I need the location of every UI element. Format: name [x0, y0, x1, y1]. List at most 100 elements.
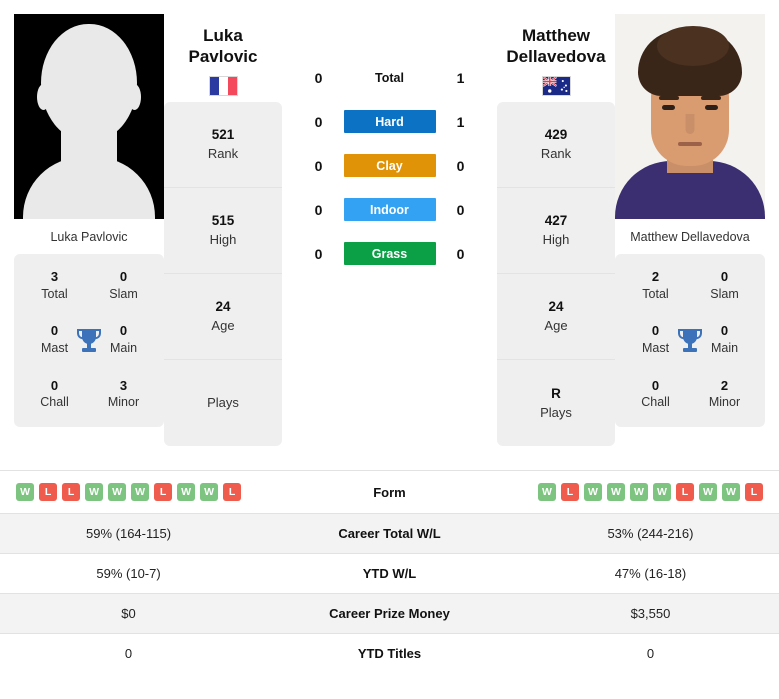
left-titles-minor-value: 3	[119, 377, 128, 393]
photo-eye-right	[705, 105, 718, 110]
right-titles-chall-value: 0	[651, 377, 660, 393]
right-player-last-name: Dellavedova	[506, 46, 606, 66]
right-high-row: 427 High	[497, 188, 615, 275]
left-player-photo-caption: Luka Pavlovic	[14, 219, 164, 254]
photo-hair-highlight	[657, 26, 729, 66]
right-titles-minor: 2 Minor	[690, 377, 759, 411]
france-flag-icon	[208, 76, 238, 97]
table-row-label: YTD Titles	[357, 646, 422, 661]
h2h-row-clay: 0 Clay 0	[282, 154, 497, 177]
form-badge-win: W	[131, 483, 150, 501]
form-badge-win: W	[629, 483, 648, 501]
form-badge-win: W	[85, 483, 104, 501]
form-badge-loss: L	[39, 483, 58, 501]
table-row: 59% (164-115) Career Total W/L 53% (244-21…	[0, 513, 779, 554]
table-row: 59% (10-7) YTD W/L 47% (16-18)	[0, 553, 779, 594]
right-plays-label: Plays	[540, 404, 572, 420]
left-high-label: High	[209, 232, 237, 248]
right-age-label: Age	[544, 318, 568, 334]
h2h-row-total: 0 Total 1	[282, 66, 497, 89]
right-prize_money-cell: $3,550	[630, 606, 671, 621]
table-row: $0 Career Prize Money $3,550	[0, 593, 779, 634]
h2h-row-hard: 0 Hard 1	[282, 110, 497, 133]
right-ytd_wl-cell: 47% (16-18)	[614, 566, 687, 581]
right-player-column: Matthew Dellavedova 2 Total 0 Slam 0 Mas…	[615, 14, 765, 428]
right-form-cell: WLWWWWLWWL	[522, 471, 779, 514]
h2h-left-count: 0	[314, 245, 323, 262]
right-plays-row: R Plays	[497, 360, 615, 446]
form-badge-win: W	[200, 483, 219, 501]
left-player-rank-column: Luka Pavlovic 521 Rank 515 High 24 Age P…	[164, 14, 282, 447]
photo-nose	[685, 114, 695, 134]
left-titles-chall-value: 0	[50, 377, 59, 393]
surface-pill-grass: Grass	[343, 242, 436, 265]
silhouette-head-icon	[41, 24, 137, 142]
head-to-head-surfaces: 0 Total 1 0 Hard 1 0 Clay 0 0 Indoor 0 0 Grass 0	[282, 14, 497, 265]
player-comparison-table: W L L W W W L W W L Form W L W W W W L W W L 59% (164-115) Car…	[0, 470, 779, 673]
photo-mouth	[678, 142, 702, 146]
left-form-strip: WLLWWWLWWL	[4, 483, 253, 501]
right-player-first-name: Matthew	[522, 26, 590, 45]
form-badge-loss: L	[62, 483, 81, 501]
left-titles-chall: 0 Chall	[20, 377, 89, 411]
left-rank-value: 521	[211, 127, 235, 143]
right-age-row: 24 Age	[497, 274, 615, 361]
form-badge-win: W	[606, 483, 625, 501]
h2h-right-count: 1	[456, 69, 465, 86]
table-row-label: Career Prize Money	[329, 606, 450, 621]
form-badge-loss: L	[154, 483, 173, 501]
form-badge-win: W	[108, 483, 127, 501]
h2h-left-count: 0	[314, 201, 323, 218]
left-age-value: 24	[215, 299, 231, 315]
left-career_wl-cell: 59% (164-115)	[86, 526, 172, 541]
left-form-cell: WLLWWWLWWL	[0, 471, 257, 514]
right-titles-slam: 0 Slam	[690, 268, 759, 302]
player-comparison-header: Luka Pavlovic 3 Total 0 Slam 0 Mast 0 Ma…	[0, 0, 779, 470]
form-badge-loss: L	[560, 483, 579, 501]
form-badge-win: W	[698, 483, 717, 501]
trophy-icon	[77, 328, 101, 352]
left-titles-slam-label: Slam	[109, 286, 138, 301]
left-prize_money-cell: $0	[121, 606, 136, 621]
right-titles-minor-label: Minor	[708, 395, 741, 410]
table-row-label: Form	[373, 484, 406, 500]
left-player-column: Luka Pavlovic 3 Total 0 Slam 0 Mast 0 Ma…	[14, 14, 164, 428]
surface-pill-clay: Clay	[343, 154, 436, 177]
australia-flag-icon	[541, 76, 571, 97]
left-plays-label: Plays	[207, 395, 239, 411]
right-player-titles-card: 2 Total 0 Slam 0 Mast 0 Main 0 Chall 2 M…	[615, 254, 765, 428]
left-high-row: 515 High	[164, 188, 282, 275]
h2h-right-count: 0	[456, 201, 465, 218]
surface-pill-hard: Hard	[343, 110, 436, 133]
right-player-rank-column: Matthew Dellavedova 429 Rank 427 High 24…	[497, 14, 615, 447]
table-row-label: YTD W/L	[362, 566, 417, 581]
left-player-last-name: Pavlovic	[188, 46, 258, 66]
silhouette-ear-left-icon	[37, 84, 50, 110]
h2h-right-count: 1	[456, 113, 465, 130]
form-badge-win: W	[16, 483, 35, 501]
left-rank-row: 521 Rank	[164, 102, 282, 189]
left-titles-minor: 3 Minor	[89, 377, 158, 411]
h2h-row-indoor: 0 Indoor 0	[282, 198, 497, 221]
left-player-name-block: Luka Pavlovic	[164, 14, 282, 102]
right-titles-chall: 0 Chall	[621, 377, 690, 411]
left-plays-row: Plays	[164, 360, 282, 446]
photo-eyebrow-left	[659, 96, 679, 100]
right-high-label: High	[542, 232, 570, 248]
photo-eye-left	[662, 105, 675, 110]
table-row-label: Career Total W/L	[338, 526, 441, 541]
surface-pill-indoor: Indoor	[343, 198, 436, 221]
silhouette-ear-right-icon	[128, 84, 141, 110]
right-player-name-block: Matthew Dellavedova	[497, 14, 615, 102]
h2h-row-grass: 0 Grass 0	[282, 242, 497, 265]
right-rank-label: Rank	[540, 146, 572, 162]
surface-pill-total: Total	[375, 70, 404, 85]
left-titles-slam-value: 0	[119, 269, 128, 284]
form-badge-loss: L	[223, 483, 242, 501]
right-form-strip: WLWWWWLWWL	[526, 483, 775, 501]
h2h-right-count: 0	[456, 157, 465, 174]
right-age-value: 24	[548, 299, 564, 315]
h2h-left-count: 0	[314, 157, 323, 174]
left-titles-minor-label: Minor	[107, 395, 140, 410]
right-player-photo-caption: Matthew Dellavedova	[615, 219, 765, 254]
